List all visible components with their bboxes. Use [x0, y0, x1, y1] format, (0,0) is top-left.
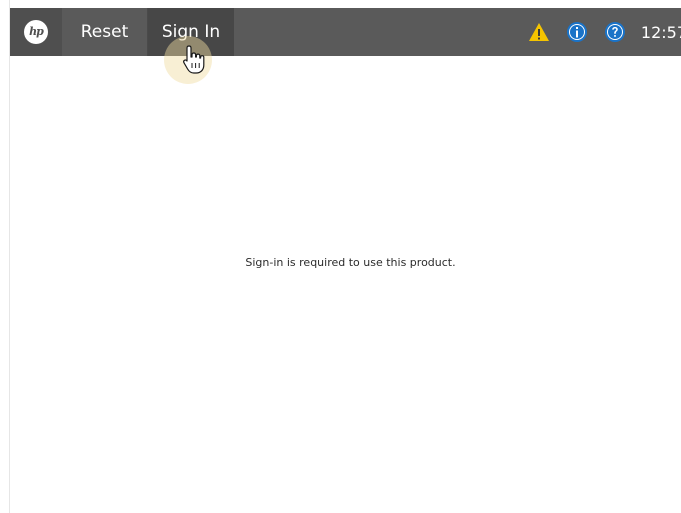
status-area: 12:57 [527, 8, 681, 56]
warning-icon[interactable] [527, 20, 551, 44]
clock: 12:57 [640, 22, 681, 42]
hand-pointer-icon [181, 44, 209, 76]
hp-logo-button[interactable]: hp [10, 8, 62, 56]
sign-in-required-message: Sign-in is required to use this product. [245, 256, 456, 269]
reset-label: Reset [80, 22, 129, 42]
info-icon[interactable] [565, 20, 589, 44]
screen: hp Reset Sign In 12:5 Sign-in is require… [0, 0, 681, 513]
help-icon[interactable] [603, 20, 627, 44]
reset-button[interactable]: Reset [62, 8, 148, 56]
top-bar: hp Reset Sign In 12:5 [10, 8, 681, 56]
hp-logo-icon: hp [24, 20, 48, 44]
